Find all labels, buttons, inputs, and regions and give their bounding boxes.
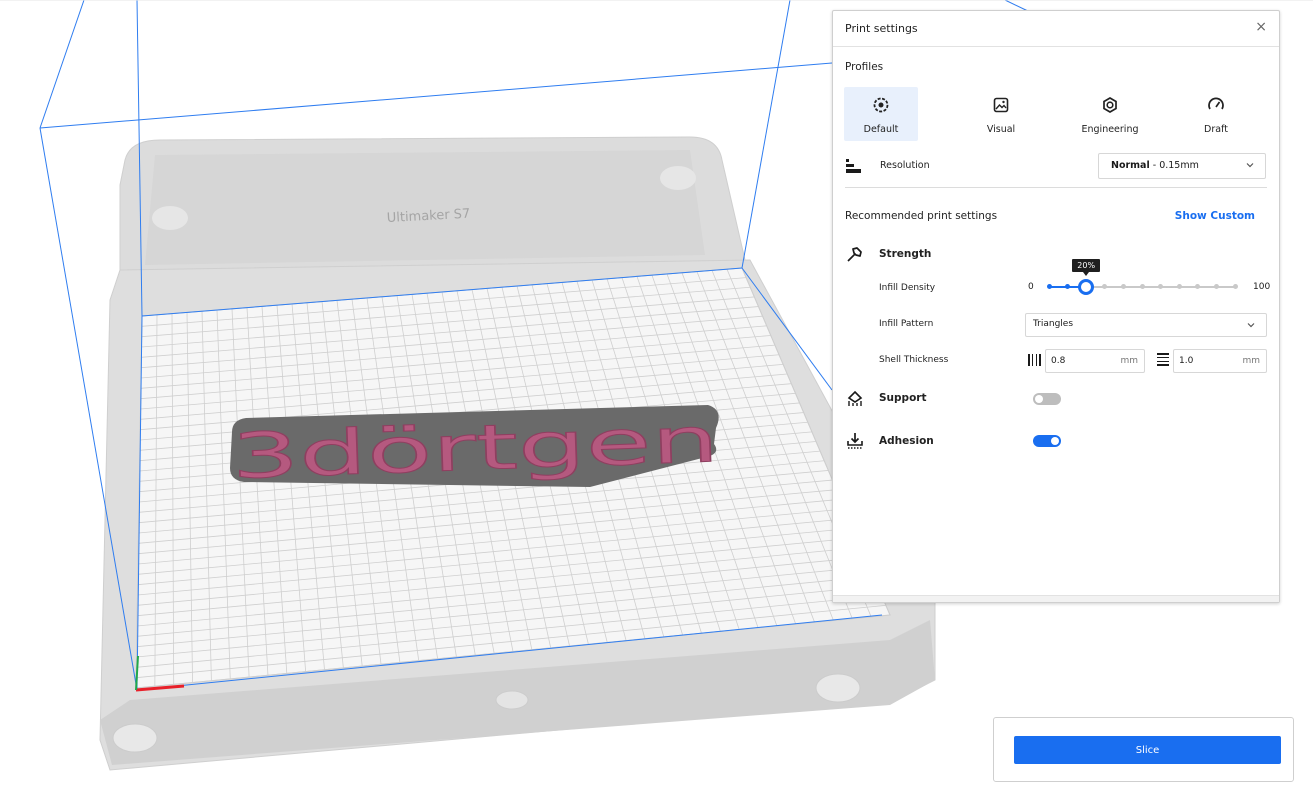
- unit-label: mm: [1120, 356, 1138, 366]
- unit-label: mm: [1242, 356, 1260, 366]
- infill-slider-handle[interactable]: [1078, 279, 1095, 295]
- slider-tick: [1158, 284, 1164, 289]
- profile-label: Default: [863, 124, 899, 135]
- infill-pattern-value: Triangles: [1033, 319, 1074, 329]
- panel-footer: [833, 595, 1279, 602]
- wall-thickness-value: 0.8: [1051, 356, 1066, 366]
- close-icon[interactable]: ×: [1255, 19, 1267, 35]
- divider: [845, 187, 1267, 188]
- slider-tick: [1176, 284, 1182, 289]
- show-custom-button[interactable]: Show Custom: [1175, 210, 1255, 222]
- toggle-knob: [1051, 437, 1059, 445]
- shell-thickness-label: Shell Thickness: [879, 355, 949, 365]
- profile-label: Visual: [986, 124, 1016, 135]
- profile-visual[interactable]: Visual: [964, 87, 1038, 141]
- slider-tick: [1120, 284, 1126, 289]
- slice-button[interactable]: Slice: [1014, 736, 1281, 764]
- slider-tick: [1102, 284, 1108, 289]
- wall-thickness-input[interactable]: 0.8 mm: [1045, 349, 1145, 373]
- speedometer-icon: [1208, 97, 1224, 110]
- profile-draft[interactable]: Draft: [1179, 87, 1253, 141]
- infill-min-label: 0: [1028, 282, 1034, 292]
- adhesion-icon: [847, 433, 863, 449]
- adhesion-label: Adhesion: [879, 435, 934, 447]
- top-bottom-thickness-icon: [1157, 353, 1169, 366]
- slider-tick: [1065, 284, 1071, 289]
- profile-label: Engineering: [1081, 124, 1139, 135]
- profile-engineering[interactable]: Engineering: [1073, 87, 1147, 141]
- engineering-icon: [1103, 97, 1117, 113]
- infill-max-label: 100: [1253, 282, 1271, 292]
- slider-tick: [1213, 284, 1219, 289]
- recommended-settings-label: Recommended print settings: [845, 210, 998, 222]
- slider-tick: [1139, 284, 1145, 289]
- print-settings-panel: Print settings × Profiles Default Visual…: [832, 10, 1280, 603]
- default-profile-icon: [873, 97, 889, 113]
- resolution-icon: [846, 159, 861, 173]
- slice-panel: Slice: [993, 717, 1294, 782]
- support-icon: [847, 390, 863, 406]
- infill-pattern-dropdown[interactable]: Triangles: [1025, 313, 1267, 337]
- support-label: Support: [879, 392, 927, 404]
- hammer-icon: [847, 247, 862, 262]
- adhesion-toggle[interactable]: [1033, 435, 1061, 447]
- top-bottom-thickness-input[interactable]: 1.0 mm: [1173, 349, 1267, 373]
- top-bottom-thickness-value: 1.0: [1179, 356, 1194, 366]
- profiles-label: Profiles: [845, 61, 884, 73]
- image-icon: [993, 97, 1009, 113]
- chevron-down-icon: [1247, 323, 1255, 328]
- resolution-value: Normal - 0.15mm: [1111, 160, 1199, 171]
- infill-value-tooltip: 20%: [1072, 259, 1101, 276]
- infill-density-label: Infill Density: [879, 283, 936, 293]
- slider-tick: [1232, 284, 1238, 289]
- toggle-knob: [1035, 395, 1043, 403]
- infill-pattern-label: Infill Pattern: [879, 319, 934, 329]
- chevron-down-icon: [1246, 163, 1254, 168]
- panel-title: Print settings: [845, 22, 918, 35]
- wall-thickness-icon: [1028, 354, 1041, 366]
- profile-default[interactable]: Default: [844, 87, 918, 141]
- panel-header: Print settings ×: [833, 11, 1279, 47]
- support-toggle[interactable]: [1033, 393, 1061, 405]
- slider-tick: [1195, 284, 1201, 289]
- resolution-label: Resolution: [880, 160, 930, 171]
- resolution-dropdown[interactable]: Normal - 0.15mm: [1098, 153, 1266, 179]
- profile-label: Draft: [1204, 124, 1228, 135]
- strength-label: Strength: [879, 248, 932, 260]
- slider-tick: [1046, 284, 1052, 289]
